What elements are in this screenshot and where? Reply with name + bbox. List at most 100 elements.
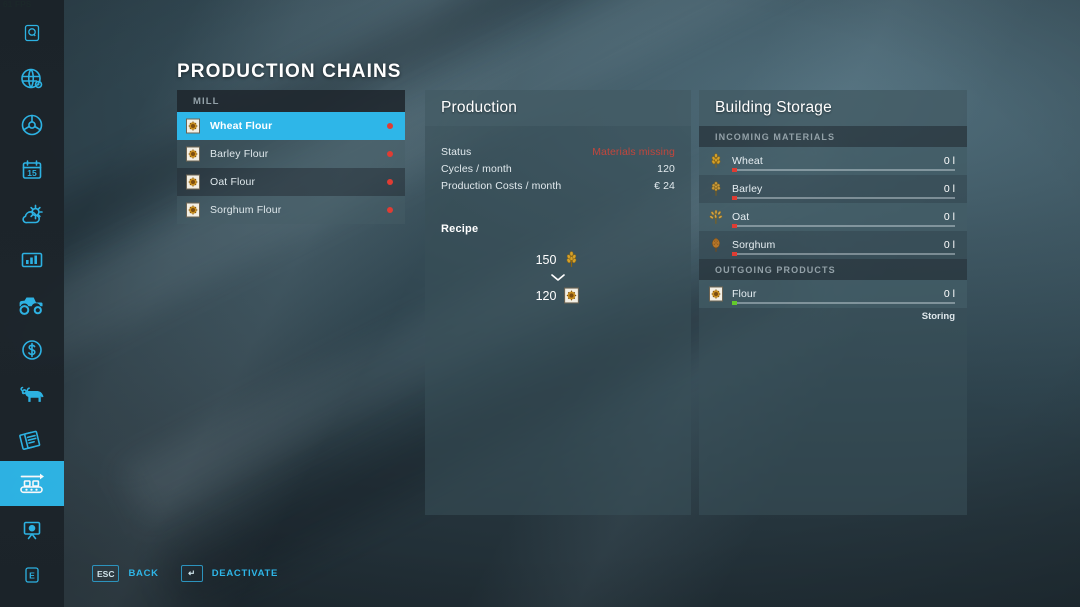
sidebar-item-info[interactable] bbox=[0, 507, 64, 552]
storage-fill-bar bbox=[732, 168, 955, 172]
storage-item-label: Wheat bbox=[732, 155, 763, 167]
dollar-coin-icon bbox=[22, 339, 42, 360]
contracts-icon bbox=[19, 430, 41, 450]
sidebar-item-vehicles[interactable] bbox=[0, 282, 64, 327]
storage-row-wheat[interactable]: Wheat 0 l bbox=[699, 147, 967, 175]
production-chain-list: MILL Wheat Flour Barley Flour Oat Flour … bbox=[177, 90, 405, 224]
list-item-label: Barley Flour bbox=[210, 148, 269, 160]
flour-bag-icon bbox=[186, 118, 200, 134]
flour-bag-icon bbox=[709, 286, 723, 302]
key-enter: ↵ bbox=[180, 565, 203, 582]
recipe-output-amount: 120 bbox=[535, 288, 557, 303]
wheat-grain-icon bbox=[711, 153, 721, 168]
flour-bag-icon bbox=[564, 287, 580, 304]
storage-panel-title: Building Storage bbox=[715, 99, 832, 116]
storage-item-amount: 0 l bbox=[943, 288, 955, 300]
list-item-label: Sorghum Flour bbox=[210, 204, 282, 216]
flour-bag-icon bbox=[186, 174, 200, 190]
fill-indicator bbox=[732, 196, 737, 200]
list-item-oat-flour[interactable]: Oat Flour bbox=[177, 168, 405, 196]
help-bar: ESC BACK ↵ DEACTIVATE bbox=[92, 565, 278, 582]
storage-item-label: Oat bbox=[732, 211, 750, 223]
storage-fill-bar bbox=[732, 196, 955, 200]
wheat-grain-icon bbox=[567, 251, 577, 267]
weather-icon bbox=[22, 204, 43, 223]
recipe-input-amount: 150 bbox=[535, 252, 557, 267]
storage-fill-bar bbox=[732, 224, 955, 228]
list-item-barley-flour[interactable]: Barley Flour bbox=[177, 140, 405, 168]
calendar-15-icon: 15 bbox=[22, 159, 42, 179]
stat-label: Status bbox=[441, 146, 472, 158]
flour-bag-icon bbox=[186, 146, 200, 162]
sidebar-item-map[interactable] bbox=[0, 56, 64, 101]
list-item-label: Wheat Flour bbox=[210, 120, 273, 132]
list-item-sorghum-flour[interactable]: Sorghum Flour bbox=[177, 196, 405, 224]
sidebar-item-calendar[interactable]: 15 bbox=[0, 147, 64, 192]
status-dot bbox=[387, 179, 393, 185]
sidebar-item-exit[interactable]: E bbox=[0, 552, 64, 597]
status-dot bbox=[387, 207, 393, 213]
storage-fill-bar bbox=[732, 252, 955, 256]
recipe-output: 120 bbox=[536, 287, 581, 304]
help-deactivate-label: DEACTIVATE bbox=[211, 568, 279, 579]
oat-grain-icon bbox=[709, 209, 723, 224]
production-panel-body: Status Materials missing Cycles / month … bbox=[425, 126, 691, 304]
sidebar-item-animals[interactable] bbox=[0, 372, 64, 417]
production-stat-costs: Production Costs / month € 24 bbox=[441, 178, 675, 195]
key-e-icon: E bbox=[25, 566, 39, 583]
sidebar-item-weather[interactable] bbox=[0, 192, 64, 237]
storage-item-amount: 0 l bbox=[943, 155, 955, 167]
stat-value: Materials missing bbox=[592, 146, 675, 158]
storage-item-label: Flour bbox=[732, 288, 757, 300]
stat-value: € 24 bbox=[654, 180, 675, 192]
building-storage-panel: Building Storage INCOMING MATERIALS Whea… bbox=[699, 90, 967, 515]
fill-indicator bbox=[732, 252, 737, 256]
storage-row-barley[interactable]: Barley 0 l bbox=[699, 175, 967, 203]
stat-label: Cycles / month bbox=[441, 163, 512, 175]
storage-item-amount: 0 l bbox=[943, 211, 955, 223]
bar-chart-icon bbox=[21, 252, 43, 267]
recipe-title: Recipe bbox=[441, 223, 479, 235]
storage-fill-bar bbox=[732, 301, 955, 305]
key-esc: ESC bbox=[92, 565, 120, 582]
sidebar-item-vehicle[interactable] bbox=[0, 102, 64, 147]
game-ui-root: 61 FPS bbox=[0, 0, 1080, 607]
storage-panel-header: Building Storage bbox=[699, 90, 967, 126]
sidebar-item-help[interactable] bbox=[0, 10, 64, 55]
list-item-wheat-flour[interactable]: Wheat Flour bbox=[177, 112, 405, 140]
sidebar-item-production[interactable] bbox=[0, 461, 64, 506]
help-deactivate[interactable]: ↵ DEACTIVATE bbox=[180, 565, 279, 582]
chevron-down-icon bbox=[551, 274, 565, 281]
sorghum-grain-icon bbox=[712, 237, 720, 252]
recipe-input: 150 bbox=[536, 251, 581, 268]
fill-indicator bbox=[732, 224, 737, 228]
status-dot bbox=[387, 151, 393, 157]
page-title: PRODUCTION CHAINS bbox=[177, 61, 402, 82]
storage-row-oat[interactable]: Oat 0 l bbox=[699, 203, 967, 231]
production-panel-title: Production bbox=[441, 99, 518, 116]
production-stat-status: Status Materials missing bbox=[441, 144, 675, 161]
help-back[interactable]: ESC BACK bbox=[92, 565, 159, 582]
sidebar-item-contracts[interactable] bbox=[0, 417, 64, 462]
key-q-icon bbox=[24, 24, 40, 41]
storage-row-flour[interactable]: Flour 0 l bbox=[699, 280, 967, 308]
storage-row-sorghum[interactable]: Sorghum 0 l bbox=[699, 231, 967, 259]
svg-text:E: E bbox=[29, 570, 35, 580]
conveyor-belt-icon bbox=[20, 473, 44, 493]
steering-wheel-icon bbox=[21, 114, 43, 135]
tractor-icon bbox=[19, 297, 43, 315]
outgoing-products-header: OUTGOING PRODUCTS bbox=[699, 259, 967, 280]
production-stat-cycles: Cycles / month 120 bbox=[441, 161, 675, 178]
production-panel: Production Status Materials missing Cycl… bbox=[425, 90, 691, 515]
cow-icon bbox=[20, 386, 44, 402]
sidebar-item-finances[interactable] bbox=[0, 327, 64, 372]
storage-row-note: Storing bbox=[921, 311, 955, 322]
sidebar-item-statistics[interactable] bbox=[0, 237, 64, 282]
storage-item-label: Sorghum bbox=[732, 239, 776, 251]
info-board-icon bbox=[23, 521, 41, 539]
sidebar: 15 E bbox=[0, 0, 64, 607]
storage-item-amount: 0 l bbox=[943, 239, 955, 251]
storage-item-label: Barley bbox=[732, 183, 763, 195]
flour-bag-icon bbox=[186, 202, 200, 218]
fill-indicator bbox=[732, 168, 737, 172]
